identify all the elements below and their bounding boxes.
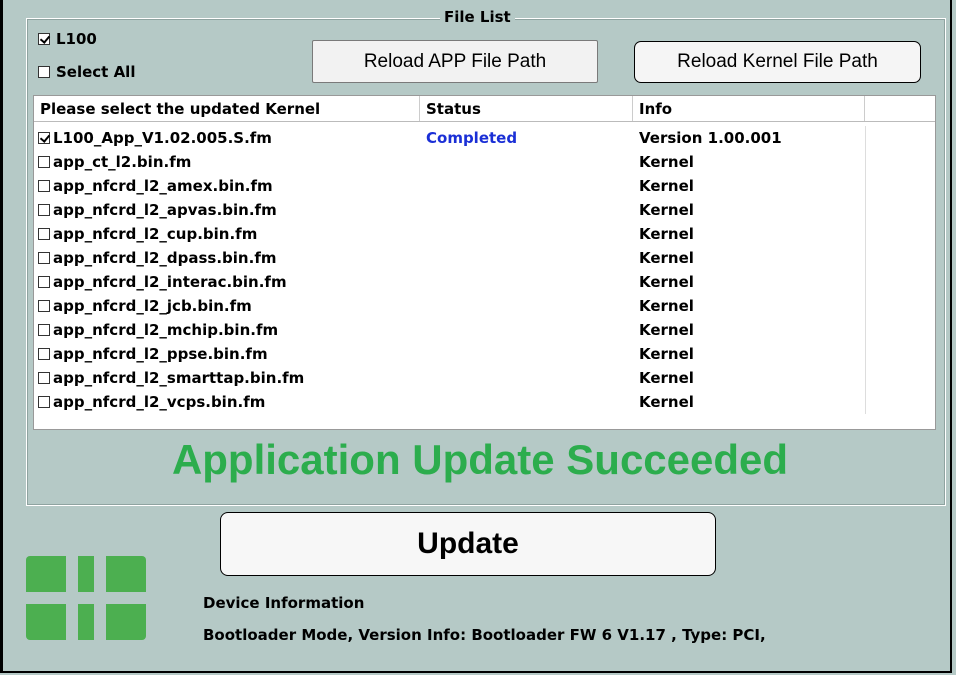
table-row[interactable]: app_nfcrd_l2_cup.bin.fm Kernel bbox=[34, 222, 935, 246]
company-logo-icon bbox=[26, 556, 146, 640]
file-name: app_nfcrd_l2_ppse.bin.fm bbox=[53, 345, 268, 363]
file-checkbox[interactable] bbox=[38, 204, 50, 216]
extra-cell bbox=[865, 222, 935, 246]
file-name: L100_App_V1.02.005.S.fm bbox=[53, 129, 272, 147]
info-cell: Kernel bbox=[639, 201, 694, 219]
file-name-cell[interactable]: app_nfcrd_l2_jcb.bin.fm bbox=[34, 297, 420, 315]
info-cell: Kernel bbox=[639, 225, 694, 243]
table-row[interactable]: app_nfcrd_l2_apvas.bin.fm Kernel bbox=[34, 198, 935, 222]
column-header-extra bbox=[865, 96, 935, 121]
file-checkbox[interactable] bbox=[38, 276, 50, 288]
table-row[interactable]: app_nfcrd_l2_ppse.bin.fm Kernel bbox=[34, 342, 935, 366]
file-name: app_nfcrd_l2_amex.bin.fm bbox=[53, 177, 273, 195]
extra-cell bbox=[865, 174, 935, 198]
reload-kernel-file-path-button[interactable]: Reload Kernel File Path bbox=[634, 41, 921, 83]
extra-cell bbox=[865, 246, 935, 270]
file-name-cell[interactable]: app_nfcrd_l2_ppse.bin.fm bbox=[34, 345, 420, 363]
extra-cell bbox=[865, 198, 935, 222]
file-list-title: File List bbox=[440, 8, 515, 26]
column-header-kernel[interactable]: Please select the updated Kernel bbox=[34, 96, 420, 121]
extra-cell bbox=[865, 366, 935, 390]
file-name-cell[interactable]: app_nfcrd_l2_interac.bin.fm bbox=[34, 273, 420, 291]
file-checkbox[interactable] bbox=[38, 252, 50, 264]
info-cell: Kernel bbox=[639, 153, 694, 171]
file-checkbox[interactable] bbox=[38, 156, 50, 168]
file-name-cell[interactable]: L100_App_V1.02.005.S.fm bbox=[34, 129, 420, 147]
extra-cell bbox=[865, 126, 935, 150]
file-checkbox[interactable] bbox=[38, 348, 50, 360]
extra-cell bbox=[865, 318, 935, 342]
file-name: app_nfcrd_l2_smarttap.bin.fm bbox=[53, 369, 305, 387]
file-name-cell[interactable]: app_nfcrd_l2_dpass.bin.fm bbox=[34, 249, 420, 267]
info-cell: Kernel bbox=[639, 369, 694, 387]
table-header: Please select the updated Kernel Status … bbox=[34, 96, 935, 122]
select-all-label: Select All bbox=[56, 63, 136, 81]
select-all-checkbox-box[interactable] bbox=[38, 66, 50, 78]
extra-cell bbox=[865, 342, 935, 366]
info-cell: Kernel bbox=[639, 345, 694, 363]
file-name: app_nfcrd_l2_apvas.bin.fm bbox=[53, 201, 277, 219]
info-cell: Kernel bbox=[639, 297, 694, 315]
file-name-cell[interactable]: app_nfcrd_l2_vcps.bin.fm bbox=[34, 393, 420, 411]
file-checkbox[interactable] bbox=[38, 228, 50, 240]
update-button[interactable]: Update bbox=[220, 512, 716, 576]
table-body: L100_App_V1.02.005.S.fm Completed Version … bbox=[34, 126, 935, 414]
info-cell: Kernel bbox=[639, 177, 694, 195]
info-cell: Kernel bbox=[639, 393, 694, 411]
file-checkbox[interactable] bbox=[38, 132, 50, 144]
info-cell: Kernel bbox=[639, 321, 694, 339]
file-name-cell[interactable]: app_nfcrd_l2_cup.bin.fm bbox=[34, 225, 420, 243]
device-information-label: Device Information bbox=[203, 594, 365, 612]
file-name: app_nfcrd_l2_interac.bin.fm bbox=[53, 273, 287, 291]
l100-checkbox[interactable]: L100 bbox=[38, 30, 97, 48]
info-cell: Kernel bbox=[639, 249, 694, 267]
file-name: app_nfcrd_l2_mchip.bin.fm bbox=[53, 321, 279, 339]
table-row[interactable]: app_nfcrd_l2_amex.bin.fm Kernel bbox=[34, 174, 935, 198]
file-name-cell[interactable]: app_nfcrd_l2_smarttap.bin.fm bbox=[34, 369, 420, 387]
extra-cell bbox=[865, 150, 935, 174]
table-row[interactable]: app_nfcrd_l2_jcb.bin.fm Kernel bbox=[34, 294, 935, 318]
status-cell: Completed bbox=[426, 129, 518, 147]
file-name: app_nfcrd_l2_jcb.bin.fm bbox=[53, 297, 252, 315]
file-name-cell[interactable]: app_nfcrd_l2_amex.bin.fm bbox=[34, 177, 420, 195]
info-cell: Kernel bbox=[639, 273, 694, 291]
table-row[interactable]: app_ct_l2.bin.fm Kernel bbox=[34, 150, 935, 174]
table-row[interactable]: app_nfcrd_l2_smarttap.bin.fm Kernel bbox=[34, 366, 935, 390]
file-name-cell[interactable]: app_nfcrd_l2_mchip.bin.fm bbox=[34, 321, 420, 339]
file-name: app_nfcrd_l2_vcps.bin.fm bbox=[53, 393, 266, 411]
table-row[interactable]: L100_App_V1.02.005.S.fm Completed Version … bbox=[34, 126, 935, 150]
reload-app-file-path-button[interactable]: Reload APP File Path bbox=[312, 40, 598, 83]
table-row[interactable]: app_nfcrd_l2_vcps.bin.fm Kernel bbox=[34, 390, 935, 414]
file-checkbox[interactable] bbox=[38, 324, 50, 336]
file-name-cell[interactable]: app_ct_l2.bin.fm bbox=[34, 153, 420, 171]
table-row[interactable]: app_nfcrd_l2_dpass.bin.fm Kernel bbox=[34, 246, 935, 270]
file-checkbox[interactable] bbox=[38, 372, 50, 384]
status-banner: Application Update Succeeded bbox=[171, 436, 789, 483]
file-name: app_nfcrd_l2_dpass.bin.fm bbox=[53, 249, 277, 267]
l100-checkbox-box[interactable] bbox=[38, 33, 50, 45]
extra-cell bbox=[865, 294, 935, 318]
device-information-value: Bootloader Mode, Version Info: Bootloade… bbox=[203, 626, 766, 644]
file-name: app_nfcrd_l2_cup.bin.fm bbox=[53, 225, 258, 243]
extra-cell bbox=[865, 390, 935, 414]
select-all-checkbox[interactable]: Select All bbox=[38, 63, 135, 81]
info-cell: Version 1.00.001 bbox=[639, 129, 782, 147]
file-checkbox[interactable] bbox=[38, 396, 50, 408]
column-header-status[interactable]: Status bbox=[420, 96, 633, 121]
file-checkbox[interactable] bbox=[38, 180, 50, 192]
file-checkbox[interactable] bbox=[38, 300, 50, 312]
table-row[interactable]: app_nfcrd_l2_interac.bin.fm Kernel bbox=[34, 270, 935, 294]
table-row[interactable]: app_nfcrd_l2_mchip.bin.fm Kernel bbox=[34, 318, 935, 342]
l100-label: L100 bbox=[56, 30, 97, 48]
kernel-file-table: Please select the updated Kernel Status … bbox=[33, 95, 936, 430]
file-name-cell[interactable]: app_nfcrd_l2_apvas.bin.fm bbox=[34, 201, 420, 219]
column-header-info[interactable]: Info bbox=[633, 96, 865, 121]
file-name: app_ct_l2.bin.fm bbox=[53, 153, 192, 171]
extra-cell bbox=[865, 270, 935, 294]
